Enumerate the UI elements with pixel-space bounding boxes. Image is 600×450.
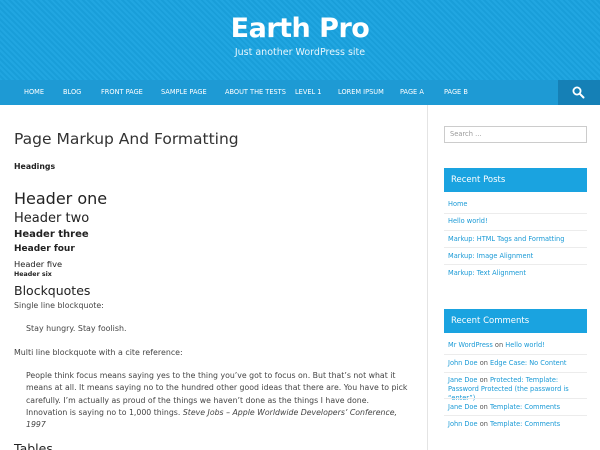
blockquotes-heading: Blockquotes bbox=[14, 283, 91, 298]
header-five: Header five bbox=[14, 259, 63, 269]
comment-on-word: on bbox=[479, 359, 488, 367]
sidebar-divider bbox=[427, 105, 428, 450]
main-navigation: HOME BLOG FRONT PAGE SAMPLE PAGE ABOUT T… bbox=[0, 80, 600, 105]
comment-on-word: on bbox=[494, 341, 504, 349]
recent-comment: John Doe on Edge Case: No Content bbox=[444, 359, 587, 368]
recent-posts-title: Recent Posts bbox=[444, 168, 587, 192]
recent-post-link[interactable]: Markup: HTML Tags and Formatting bbox=[444, 235, 587, 244]
comment-author-link[interactable]: John Doe bbox=[448, 359, 478, 367]
recent-comment: John Doe on Template: Comments bbox=[444, 420, 587, 429]
headings-label: Headings bbox=[14, 162, 56, 171]
comment-on-word: on bbox=[479, 403, 488, 411]
site-title[interactable]: Earth Pro bbox=[0, 13, 600, 44]
comment-post-link[interactable]: Edge Case: No Content bbox=[490, 359, 566, 367]
divider bbox=[444, 415, 587, 416]
header-one: Header one bbox=[14, 189, 108, 208]
comment-author-link[interactable]: Mr WordPress bbox=[448, 341, 493, 349]
multi-line-label: Multi line blockquote with a cite refere… bbox=[14, 348, 183, 357]
comment-author-link[interactable]: John Doe bbox=[448, 420, 478, 428]
single-line-label: Single line blockquote: bbox=[14, 301, 104, 310]
search-icon bbox=[572, 86, 585, 99]
recent-post-link[interactable]: Markup: Image Alignment bbox=[444, 252, 587, 261]
header-six: Header six bbox=[14, 271, 52, 278]
comment-post-link[interactable]: Template: Comments bbox=[490, 420, 560, 428]
recent-post-link[interactable]: Home bbox=[444, 200, 587, 209]
divider bbox=[444, 230, 587, 231]
header-three: Header three bbox=[14, 229, 89, 240]
search-button[interactable] bbox=[558, 80, 600, 105]
nav-item-page-b[interactable]: PAGE B bbox=[444, 80, 468, 105]
divider bbox=[444, 264, 587, 265]
page-title: Page Markup And Formatting bbox=[14, 130, 239, 148]
comment-on-word: on bbox=[479, 420, 488, 428]
single-line-blockquote: Stay hungry. Stay foolish. bbox=[26, 324, 127, 333]
nav-item-about-the-tests[interactable]: ABOUT THE TESTS bbox=[225, 80, 286, 105]
recent-comment: Mr WordPress on Hello world! bbox=[444, 341, 587, 350]
nav-item-front-page[interactable]: FRONT PAGE bbox=[101, 80, 143, 105]
comment-author-link[interactable]: Jane Doe bbox=[448, 403, 478, 411]
divider bbox=[444, 213, 587, 214]
recent-comments-title: Recent Comments bbox=[444, 309, 587, 333]
nav-item-blog[interactable]: BLOG bbox=[63, 80, 81, 105]
header-four: Header four bbox=[14, 244, 75, 254]
nav-item-lorem-ipsum[interactable]: LOREM IPSUM bbox=[338, 80, 384, 105]
recent-post-link[interactable]: Markup: Text Alignment bbox=[444, 269, 587, 278]
divider bbox=[444, 372, 587, 373]
header-two: Header two bbox=[14, 211, 90, 226]
divider bbox=[444, 247, 587, 248]
site-header: Earth Pro Just another WordPress site bbox=[0, 0, 600, 80]
comment-post-link[interactable]: Template: Comments bbox=[490, 403, 560, 411]
site-description: Just another WordPress site bbox=[234, 47, 366, 58]
search-input[interactable]: Search ... bbox=[444, 126, 587, 143]
comment-author-link[interactable]: Jane Doe bbox=[448, 376, 478, 384]
comment-post-link[interactable]: Hello world! bbox=[505, 341, 545, 349]
nav-item-sample-page[interactable]: SAMPLE PAGE bbox=[161, 80, 207, 105]
divider bbox=[444, 398, 587, 399]
divider bbox=[444, 354, 587, 355]
comment-on-word: on bbox=[479, 376, 488, 384]
nav-item-page-a[interactable]: PAGE A bbox=[400, 80, 424, 105]
tables-heading: Tables bbox=[14, 441, 53, 450]
recent-post-link[interactable]: Hello world! bbox=[444, 217, 587, 226]
nav-item-home[interactable]: HOME bbox=[24, 80, 44, 105]
recent-comment: Jane Doe on Template: Comments bbox=[444, 403, 587, 412]
nav-item-level-1[interactable]: LEVEL 1 bbox=[295, 80, 321, 105]
multi-line-blockquote: People think focus means saying yes to t… bbox=[26, 370, 408, 431]
